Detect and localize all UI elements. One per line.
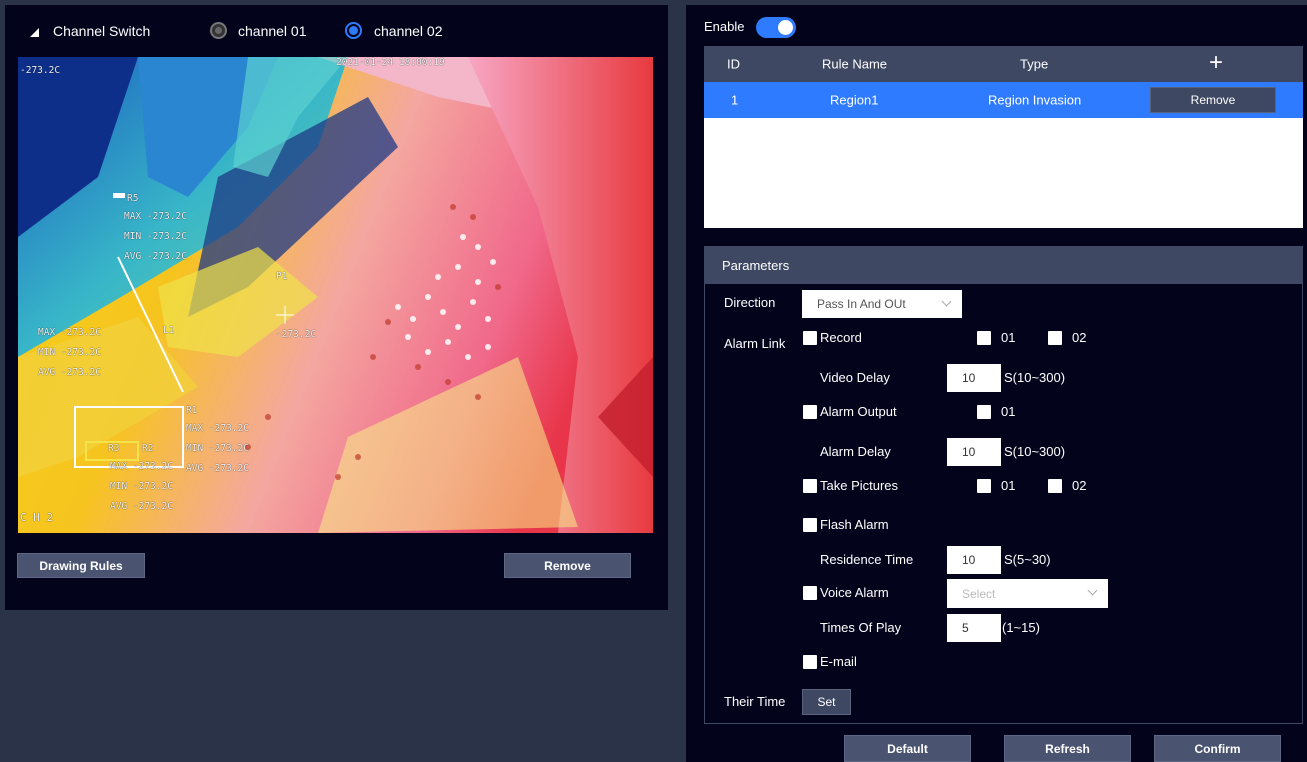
set-time-button[interactable]: Set bbox=[802, 689, 851, 715]
channel-01-radio[interactable] bbox=[210, 22, 227, 39]
alarm-link-label: Alarm Link bbox=[724, 336, 786, 351]
flash-alarm-label: Flash Alarm bbox=[820, 517, 889, 532]
times-of-play-label: Times Of Play bbox=[820, 620, 902, 635]
parameters-title: Parameters bbox=[722, 258, 790, 273]
p1-label: P1 bbox=[276, 271, 288, 282]
direction-label: Direction bbox=[724, 295, 776, 310]
r5-label: R5 bbox=[127, 193, 139, 204]
enable-label: Enable bbox=[704, 19, 745, 34]
thermal-video-feed[interactable]: -273.2C 2021-01-24 18:00:19 R5 MAX -273.… bbox=[18, 57, 653, 533]
top-left-temp: -273.2C bbox=[20, 65, 61, 76]
r2-max: MAX -273.2C bbox=[110, 461, 173, 472]
l1-label: L1 bbox=[163, 325, 175, 336]
record-ch01-label: 01 bbox=[1001, 330, 1016, 345]
voice-alarm-placeholder: Select bbox=[962, 586, 996, 601]
r1-min: MIN -273.2C bbox=[186, 443, 249, 454]
direction-select[interactable]: Pass In And OUt bbox=[802, 290, 962, 318]
voice-alarm-select[interactable]: Select bbox=[947, 579, 1108, 608]
take-pictures-label: Take Pictures bbox=[820, 478, 899, 493]
col-type: Type bbox=[1020, 56, 1049, 72]
refresh-button[interactable]: Refresh bbox=[1004, 735, 1131, 762]
take-pictures-ch01-checkbox[interactable] bbox=[977, 479, 991, 493]
channel-switch-title: Channel Switch bbox=[53, 23, 151, 39]
channel-overlay-label: C H 2 bbox=[20, 511, 54, 524]
email-checkbox[interactable] bbox=[803, 655, 817, 669]
enable-toggle[interactable] bbox=[756, 17, 796, 38]
video-delay-input[interactable]: 10 bbox=[947, 364, 1001, 392]
r3-label: R3 bbox=[108, 443, 120, 454]
flash-alarm-checkbox[interactable] bbox=[803, 518, 817, 532]
row-rule-name: Region1 bbox=[830, 92, 879, 108]
record-label: Record bbox=[820, 330, 862, 345]
row-id: 1 bbox=[731, 92, 739, 108]
l1-max: MAX -273.2C bbox=[38, 327, 101, 338]
l1-avg: AVG -273.2C bbox=[38, 367, 101, 378]
r1-label: R1 bbox=[186, 405, 198, 416]
add-rule-icon[interactable]: + bbox=[1209, 50, 1223, 76]
r2-avg: AVG -273.2C bbox=[110, 501, 173, 512]
alarm-delay-range: S(10~300) bbox=[1004, 444, 1066, 459]
take-pictures-ch02-label: 02 bbox=[1072, 478, 1087, 493]
video-delay-range: S(10~300) bbox=[1004, 370, 1066, 385]
residence-time-range: S(5~30) bbox=[1004, 552, 1051, 567]
parameters-header: Parameters bbox=[705, 247, 1302, 284]
channel-02-label: channel 02 bbox=[374, 23, 443, 39]
r5-avg: AVG -273.2C bbox=[124, 251, 187, 262]
chevron-down-icon bbox=[1087, 585, 1098, 596]
residence-time-input[interactable]: 10 bbox=[947, 546, 1001, 574]
alarm-output-label: Alarm Output bbox=[820, 404, 897, 419]
video-timestamp: 2021-01-24 18:00:19 bbox=[336, 57, 445, 68]
alarm-output-ch01-checkbox[interactable] bbox=[977, 405, 991, 419]
channel-02-radio[interactable] bbox=[345, 22, 362, 39]
channel-01-label: channel 01 bbox=[238, 23, 307, 39]
row-type: Region Invasion bbox=[988, 92, 1082, 108]
voice-alarm-checkbox[interactable] bbox=[803, 586, 817, 600]
video-delay-label: Video Delay bbox=[820, 370, 890, 385]
alarm-delay-label: Alarm Delay bbox=[820, 444, 891, 459]
record-ch01-checkbox[interactable] bbox=[977, 331, 991, 345]
r1-avg: AVG -273.2C bbox=[186, 463, 249, 474]
r2-min: MIN -273.2C bbox=[110, 481, 173, 492]
col-rule-name: Rule Name bbox=[822, 56, 888, 72]
times-of-play-input[interactable]: 5 bbox=[947, 614, 1001, 642]
r5-max: MAX -273.2C bbox=[124, 211, 187, 222]
take-pictures-ch02-checkbox[interactable] bbox=[1048, 479, 1062, 493]
col-id: ID bbox=[727, 56, 740, 72]
record-ch02-label: 02 bbox=[1072, 330, 1087, 345]
alarm-delay-input[interactable]: 10 bbox=[947, 438, 1001, 466]
p1-temp: -273.2C bbox=[276, 329, 317, 340]
remove-drawing-button[interactable]: Remove bbox=[504, 553, 631, 578]
alarm-output-ch01-label: 01 bbox=[1001, 404, 1016, 419]
table-row[interactable]: 1 Region1 Region Invasion Remove bbox=[704, 82, 1303, 118]
l1-min: MIN -273.2C bbox=[38, 347, 101, 358]
record-checkbox[interactable] bbox=[803, 331, 817, 345]
voice-alarm-label: Voice Alarm bbox=[820, 585, 889, 600]
collapse-triangle-icon[interactable] bbox=[30, 28, 39, 37]
rules-table: ID Rule Name Type + 1 Region1 Region Inv… bbox=[704, 46, 1303, 228]
video-panel: Channel Switch channel 01 channel 02 -27… bbox=[5, 5, 668, 610]
take-pictures-ch01-label: 01 bbox=[1001, 478, 1016, 493]
r1-max: MAX -273.2C bbox=[186, 423, 249, 434]
drawing-rules-button[interactable]: Drawing Rules bbox=[17, 553, 145, 578]
email-label: E-mail bbox=[820, 654, 857, 669]
take-pictures-checkbox[interactable] bbox=[803, 479, 817, 493]
direction-value: Pass In And OUt bbox=[817, 297, 906, 311]
default-button[interactable]: Default bbox=[844, 735, 971, 762]
chevron-down-icon bbox=[941, 296, 952, 307]
row-remove-button[interactable]: Remove bbox=[1150, 87, 1276, 113]
their-time-label: Their Time bbox=[724, 694, 786, 709]
rules-table-header: ID Rule Name Type + bbox=[704, 46, 1303, 82]
alarm-output-checkbox[interactable] bbox=[803, 405, 817, 419]
r2-label: R2 bbox=[142, 443, 154, 454]
left-empty-area bbox=[5, 610, 668, 762]
residence-time-label: Residence Time bbox=[820, 552, 914, 567]
record-ch02-checkbox[interactable] bbox=[1048, 331, 1062, 345]
confirm-button[interactable]: Confirm bbox=[1154, 735, 1281, 762]
r5-min: MIN -273.2C bbox=[124, 231, 187, 242]
times-of-play-range: (1~15) bbox=[1002, 620, 1040, 635]
